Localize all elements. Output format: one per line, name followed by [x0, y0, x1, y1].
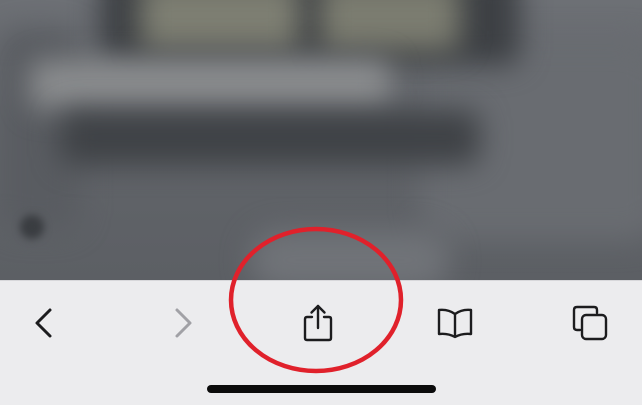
forward-button[interactable] — [157, 299, 209, 347]
back-button[interactable] — [18, 299, 70, 347]
share-button[interactable] — [292, 299, 344, 347]
bottom-toolbar — [0, 280, 642, 405]
chevron-right-icon — [171, 306, 195, 340]
home-indicator[interactable] — [207, 385, 436, 393]
book-icon — [435, 306, 475, 340]
share-icon — [301, 303, 335, 343]
chevron-left-icon — [32, 306, 56, 340]
tabs-button[interactable] — [564, 299, 616, 347]
bookmarks-button[interactable] — [429, 299, 481, 347]
tabs-icon — [571, 304, 609, 342]
blurred-page-content — [0, 0, 642, 280]
browser-screen — [0, 0, 642, 405]
